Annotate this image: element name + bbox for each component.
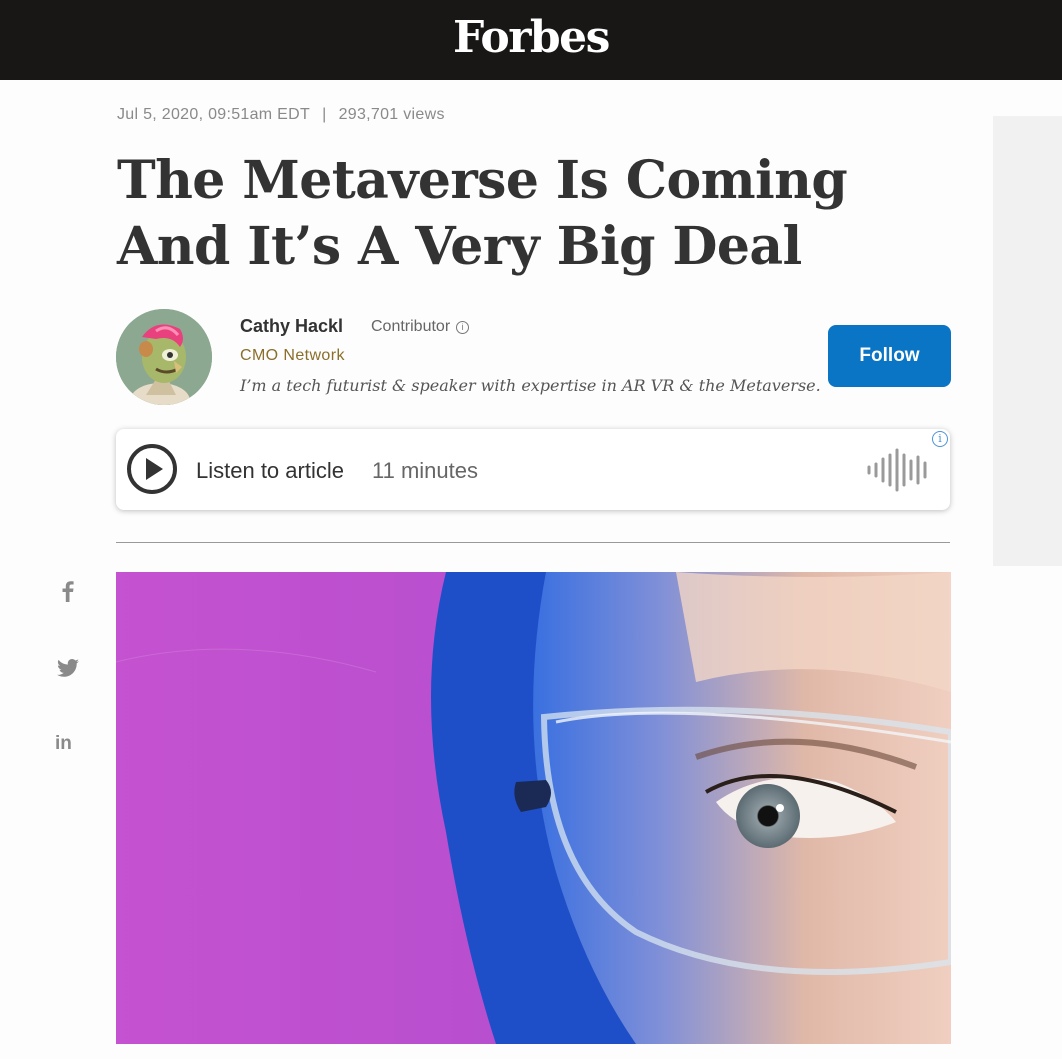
twitter-share-icon[interactable]	[55, 655, 81, 681]
right-rail-ad-placeholder	[993, 116, 1062, 566]
author-name[interactable]: Cathy Hackl	[240, 316, 343, 337]
author-network[interactable]: CMO Network	[240, 347, 345, 365]
publish-date: Jul 5, 2020, 09:51am EDT	[117, 106, 311, 123]
hero-image	[116, 572, 951, 1044]
contributor-info-icon[interactable]: i	[456, 320, 470, 334]
listen-to-article-player[interactable]: Listen to article 11 minutes i	[116, 429, 950, 510]
listen-label: Listen to article	[196, 458, 344, 483]
facebook-share-icon[interactable]	[55, 578, 81, 604]
play-icon[interactable]	[126, 443, 178, 495]
section-divider	[116, 542, 950, 543]
meta-separator: |	[322, 106, 327, 123]
view-count: 293,701 views	[338, 106, 445, 123]
article-meta: Jul 5, 2020, 09:51am EDT | 293,701 views	[117, 106, 445, 124]
info-icon[interactable]: i	[932, 431, 948, 447]
listen-duration: 11 minutes	[372, 458, 478, 483]
linkedin-share-icon[interactable]: in	[55, 733, 81, 759]
author-avatar[interactable]	[116, 309, 212, 405]
page-title: The Metaverse Is Coming And It’s A Very …	[117, 150, 848, 277]
forbes-logo[interactable]: Forbes	[453, 12, 610, 63]
author-bio: I’m a tech futurist & speaker with exper…	[240, 376, 821, 395]
author-role-label: Contributor	[371, 318, 451, 335]
follow-button[interactable]: Follow	[828, 325, 951, 387]
audio-wave-icon	[867, 448, 927, 492]
top-bar: Forbes	[0, 0, 1062, 80]
author-role: Contributor i	[371, 318, 470, 336]
